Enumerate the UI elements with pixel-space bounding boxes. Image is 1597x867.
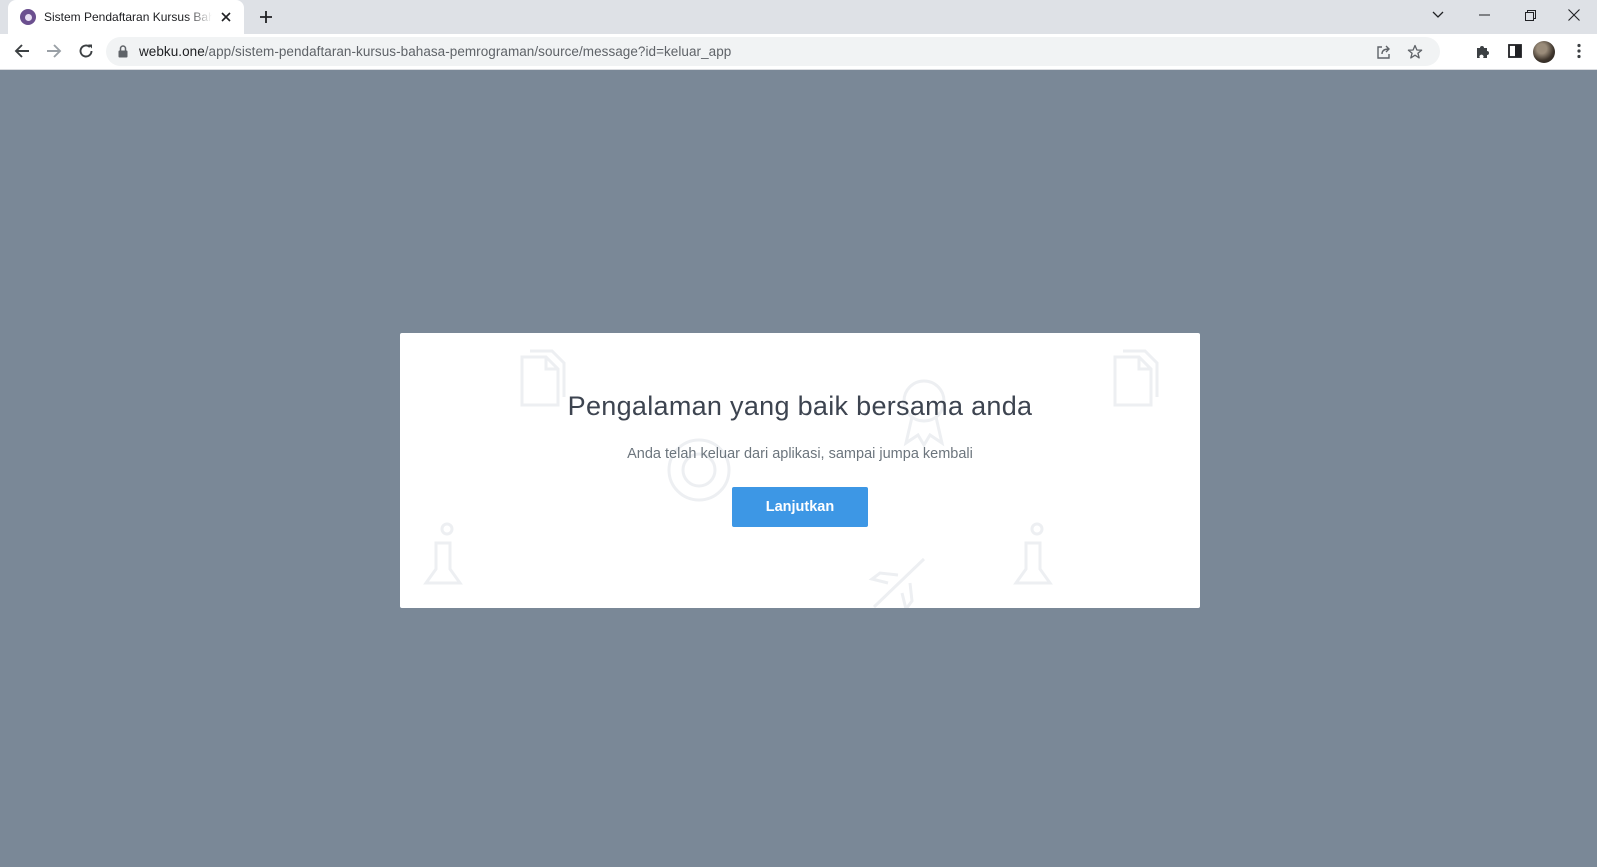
kebab-menu-icon[interactable] bbox=[1565, 37, 1593, 65]
airplane-icon bbox=[868, 553, 932, 608]
reload-icon[interactable] bbox=[72, 37, 100, 65]
restore-icon[interactable] bbox=[1507, 0, 1553, 30]
minimize-icon[interactable] bbox=[1461, 0, 1507, 30]
card-subtitle: Anda telah keluar dari aplikasi, sampai … bbox=[627, 446, 973, 462]
plus-icon[interactable] bbox=[254, 5, 278, 29]
star-icon[interactable] bbox=[1406, 43, 1424, 61]
address-bar[interactable]: webku.one/app/sistem-pendaftaran-kursus-… bbox=[106, 37, 1440, 66]
tab-strip: Sistem Pendaftaran Kursus Bahasa Pemrogr… bbox=[0, 0, 1597, 34]
puzzle-icon[interactable] bbox=[1469, 37, 1497, 65]
browser-toolbar: webku.one/app/sistem-pendaftaran-kursus-… bbox=[0, 34, 1597, 70]
share-icon[interactable] bbox=[1375, 43, 1393, 61]
browser-tab[interactable]: Sistem Pendaftaran Kursus Bahasa Pemrogr… bbox=[8, 0, 244, 34]
app-logo-icon bbox=[20, 9, 36, 25]
chevron-down-icon[interactable] bbox=[1415, 0, 1461, 30]
side-panel-icon[interactable] bbox=[1501, 37, 1529, 65]
card-title: Pengalaman yang baik bersama anda bbox=[567, 391, 1033, 421]
url-text[interactable]: webku.one/app/sistem-pendaftaran-kursus-… bbox=[139, 44, 731, 59]
avatar[interactable] bbox=[1533, 41, 1555, 63]
close-icon[interactable] bbox=[1551, 0, 1597, 30]
chess-piece-icon bbox=[420, 521, 466, 594]
page-content: Pengalaman yang baik bersama anda Anda t… bbox=[0, 70, 1597, 867]
lock-icon[interactable] bbox=[118, 45, 130, 59]
logout-message-card: Pengalaman yang baik bersama anda Anda t… bbox=[400, 333, 1200, 608]
chess-piece-icon bbox=[1010, 521, 1056, 594]
arrow-right-icon[interactable] bbox=[40, 37, 68, 65]
close-icon[interactable] bbox=[218, 9, 234, 25]
tab-title: Sistem Pendaftaran Kursus Bahasa Pemrogr… bbox=[44, 10, 212, 24]
url-path: /app/sistem-pendaftaran-kursus-bahasa-pe… bbox=[204, 44, 732, 59]
url-host: webku.one bbox=[139, 44, 205, 59]
arrow-left-icon[interactable] bbox=[8, 37, 36, 65]
continue-button[interactable]: Lanjutkan bbox=[732, 487, 868, 527]
